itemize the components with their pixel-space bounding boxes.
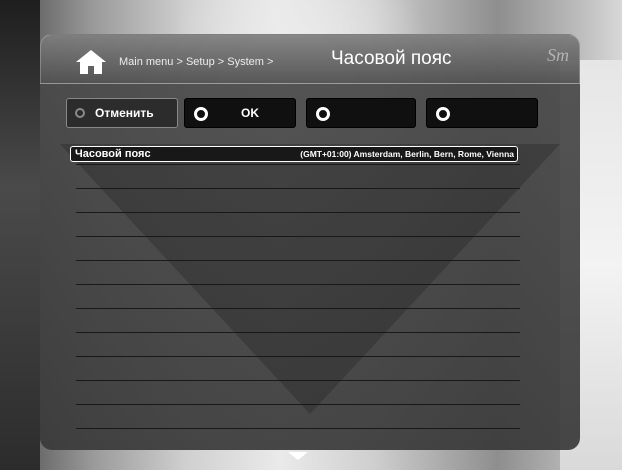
circle-icon (436, 107, 450, 121)
row-divider (76, 332, 520, 333)
circle-icon (316, 107, 330, 121)
timezone-value[interactable]: (GMT+01:00) Amsterdam, Berlin, Bern, Rom… (300, 149, 514, 159)
menu-header: Main menu > Setup > System > Часовой поя… (40, 34, 580, 84)
cancel-button-label: Отменить (95, 106, 154, 120)
settings-panel: Отменить OK Часовой пояс (GMT+01:00) Ams… (40, 84, 580, 450)
timezone-row[interactable]: Часовой пояс (GMT+01:00) Amsterdam, Berl… (70, 146, 518, 162)
row-divider (76, 188, 520, 189)
cancel-button[interactable]: Отменить (66, 98, 178, 128)
ok-button[interactable]: OK (184, 98, 296, 128)
row-divider (76, 260, 520, 261)
background-left-shade (0, 0, 40, 470)
grey-circle-icon (75, 108, 85, 118)
circle-icon (194, 107, 208, 121)
row-divider (76, 356, 520, 357)
row-divider (76, 404, 520, 405)
row-divider (76, 164, 520, 165)
ok-button-label: OK (241, 106, 259, 120)
scroll-down-arrow-icon (288, 452, 308, 460)
page-title: Часовой пояс (331, 48, 452, 69)
row-divider (76, 236, 520, 237)
home-icon[interactable] (75, 49, 107, 75)
background-triangle (60, 144, 560, 414)
breadcrumb: Main menu > Setup > System > (119, 56, 274, 68)
row-divider (76, 308, 520, 309)
timezone-label: Часовой пояс (75, 148, 151, 160)
row-divider (76, 284, 520, 285)
row-divider (76, 380, 520, 381)
row-divider (76, 428, 520, 429)
color-button-4[interactable] (426, 98, 538, 128)
row-divider (76, 212, 520, 213)
brand-logo: Sm (547, 45, 569, 65)
color-button-3[interactable] (306, 98, 416, 128)
